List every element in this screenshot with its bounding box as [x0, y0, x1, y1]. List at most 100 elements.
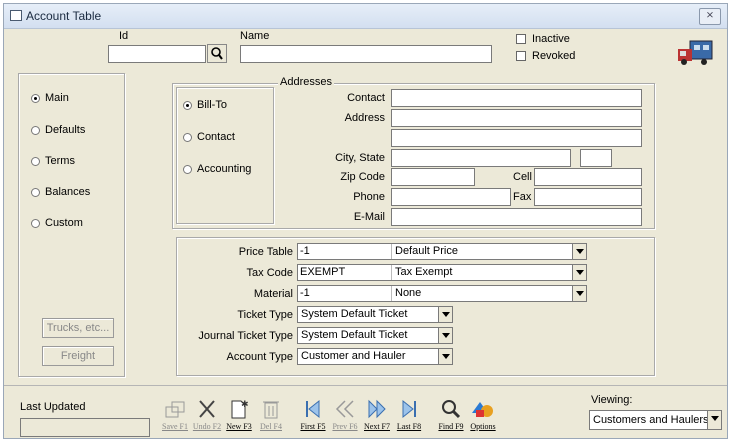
name-input[interactable] — [240, 45, 492, 63]
close-button[interactable]: ⨯ — [699, 8, 721, 25]
nav-terms-radio[interactable]: Terms — [31, 155, 75, 167]
next-icon — [368, 399, 386, 419]
radio-dot[interactable] — [31, 187, 40, 197]
nav-main-label: Main — [45, 92, 69, 104]
chevron-down-icon[interactable] — [572, 244, 586, 259]
nav-balances-radio[interactable]: Balances — [31, 186, 90, 198]
material-code: -1 — [298, 286, 392, 301]
undo-button-label: Undo F2 — [192, 422, 222, 431]
first-record-button[interactable]: First F5 — [298, 396, 328, 439]
addr-accounting-radio[interactable]: Accounting — [183, 163, 251, 175]
radio-dot[interactable] — [31, 125, 40, 135]
contact-label: Contact — [347, 92, 385, 104]
material-dropdown[interactable]: -1 None — [297, 285, 587, 302]
account-type-dropdown[interactable]: Customer and Hauler — [297, 348, 453, 365]
chevron-down-icon[interactable] — [438, 349, 452, 364]
fax-input[interactable] — [534, 188, 642, 206]
save-icon — [165, 401, 185, 418]
last-updated-label: Last Updated — [20, 401, 86, 413]
window-icon — [10, 10, 22, 21]
addr-billto-label: Bill-To — [197, 99, 227, 111]
id-input[interactable] — [108, 45, 206, 63]
addr-billto-radio[interactable]: Bill-To — [183, 99, 227, 111]
radio-dot[interactable] — [31, 218, 40, 228]
zip-input[interactable] — [391, 168, 475, 186]
radio-dot[interactable] — [183, 100, 192, 110]
next-button-label: Next F7 — [364, 422, 390, 431]
prev-record-button[interactable]: Prev F6 — [330, 396, 360, 439]
inactive-checkbox[interactable]: Inactive — [516, 33, 570, 45]
viewing-dropdown[interactable]: Customers and Haulers — [589, 410, 722, 430]
price-table-dropdown[interactable]: -1 Default Price — [297, 243, 587, 260]
radio-dot[interactable] — [183, 164, 192, 174]
undo-button[interactable]: Undo F2 — [192, 396, 222, 439]
chevron-down-icon[interactable] — [438, 328, 452, 343]
nav-main-radio[interactable]: Main — [31, 92, 69, 104]
save-button-label: Save F1 — [162, 422, 188, 431]
ticket-type-label: Ticket Type — [237, 309, 293, 321]
next-record-button[interactable]: Next F7 — [362, 396, 392, 439]
options-button[interactable]: Options — [468, 396, 498, 439]
city-state-label: City, State — [335, 152, 385, 164]
find-button[interactable]: Find F9 — [436, 396, 466, 439]
cell-label: Cell — [513, 171, 532, 183]
chevron-down-icon[interactable] — [572, 265, 586, 280]
nav-custom-radio[interactable]: Custom — [31, 217, 83, 229]
trucks-button[interactable]: Trucks, etc... — [42, 318, 114, 338]
nav-defaults-label: Defaults — [45, 124, 86, 136]
price-table-desc: Default Price — [395, 245, 458, 257]
address-line2-input[interactable] — [391, 129, 642, 147]
addr-contact-label: Contact — [197, 131, 235, 143]
cell-input[interactable] — [534, 168, 642, 186]
name-label: Name — [240, 30, 270, 42]
radio-dot[interactable] — [183, 132, 192, 142]
addr-accounting-label: Accounting — [197, 163, 252, 175]
inactive-box[interactable] — [516, 34, 526, 44]
city-input[interactable] — [391, 149, 571, 167]
revoked-checkbox[interactable]: Revoked — [516, 50, 575, 62]
last-record-button[interactable]: Last F8 — [394, 396, 424, 439]
last-updated-value — [20, 418, 150, 437]
save-button[interactable]: Save F1 — [160, 396, 190, 439]
email-input[interactable] — [391, 208, 642, 226]
truck-icon — [678, 40, 713, 65]
search-icon — [211, 47, 223, 60]
delete-button[interactable]: Del F4 — [256, 396, 286, 439]
chevron-down-icon[interactable] — [438, 307, 452, 322]
phone-label: Phone — [353, 191, 385, 203]
id-label: Id — [119, 30, 129, 42]
phone-input[interactable] — [391, 188, 511, 206]
first-icon — [306, 399, 320, 419]
options-button-label: Options — [470, 422, 496, 431]
footer-divider — [4, 385, 727, 386]
address-line1-input[interactable] — [391, 109, 642, 127]
new-button[interactable]: ✱ New F3 — [224, 396, 254, 439]
material-desc: None — [395, 287, 422, 299]
tax-code-desc: Tax Exempt — [395, 266, 453, 278]
email-label: E-Mail — [353, 211, 385, 223]
window-title: Account Table — [26, 9, 102, 23]
addresses-group-label: Addresses — [278, 76, 334, 88]
revoked-box[interactable] — [516, 51, 526, 61]
state-input[interactable] — [580, 149, 612, 167]
radio-dot[interactable] — [31, 93, 40, 103]
journal-ticket-type-value: System Default Ticket — [301, 329, 408, 341]
chevron-down-icon[interactable] — [572, 286, 586, 301]
fax-label: Fax — [513, 191, 532, 203]
nav-defaults-radio[interactable]: Defaults — [31, 124, 85, 136]
freight-button[interactable]: Freight — [42, 346, 114, 366]
nav-balances-label: Balances — [45, 186, 91, 198]
tax-code-dropdown[interactable]: EXEMPT Tax Exempt — [297, 264, 587, 281]
chevron-down-icon[interactable] — [707, 411, 721, 429]
ticket-type-dropdown[interactable]: System Default Ticket — [297, 306, 453, 323]
journal-ticket-type-dropdown[interactable]: System Default Ticket — [297, 327, 453, 344]
contact-input[interactable] — [391, 89, 642, 107]
radio-dot[interactable] — [31, 156, 40, 166]
id-search-button[interactable] — [207, 44, 227, 63]
prev-button-label: Prev F6 — [332, 422, 358, 431]
material-label: Material — [253, 288, 293, 300]
undo-icon — [199, 400, 215, 418]
prev-icon — [335, 400, 354, 418]
nav-custom-label: Custom — [45, 217, 83, 229]
addr-contact-radio[interactable]: Contact — [183, 131, 235, 143]
